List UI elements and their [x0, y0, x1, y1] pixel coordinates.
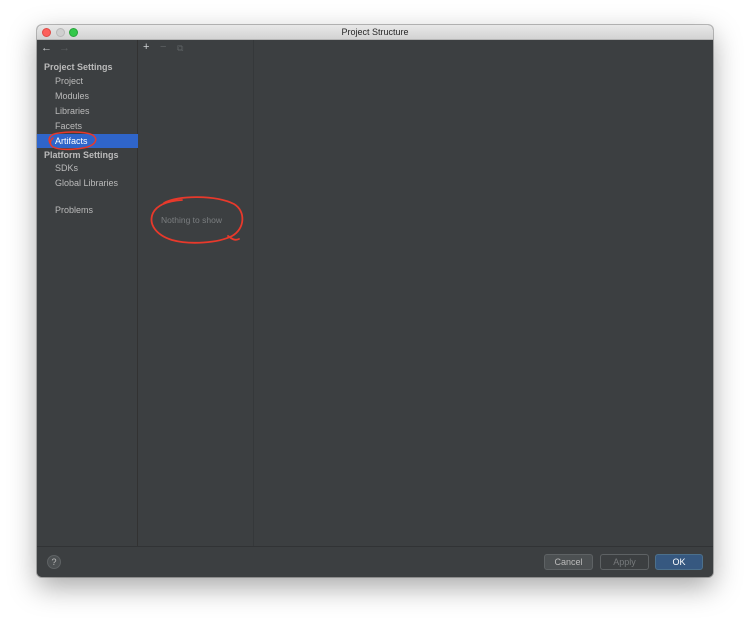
- artifacts-list-panel: + − ⧉ Nothing to show: [138, 40, 254, 546]
- add-icon[interactable]: +: [143, 41, 149, 53]
- forward-arrow-icon[interactable]: →: [59, 42, 70, 54]
- project-settings-heading: Project Settings: [44, 62, 113, 72]
- sidebar-item-global-libraries[interactable]: Global Libraries: [37, 176, 138, 190]
- window-title: Project Structure: [341, 27, 409, 37]
- empty-message-annotation-circle: [150, 196, 244, 244]
- ok-button[interactable]: OK: [655, 554, 703, 570]
- platform-settings-heading: Platform Settings: [44, 150, 119, 160]
- empty-list-message: Nothing to show: [161, 215, 222, 225]
- help-button[interactable]: ?: [47, 555, 61, 569]
- sidebar-item-modules[interactable]: Modules: [37, 89, 138, 103]
- sidebar-item-facets[interactable]: Facets: [37, 119, 138, 133]
- cancel-button[interactable]: Cancel: [544, 554, 593, 570]
- details-panel: [254, 40, 713, 546]
- sidebar-item-problems[interactable]: Problems: [37, 203, 138, 217]
- title-bar: Project Structure: [37, 25, 713, 40]
- project-structure-window: Project Structure ← → Project Settings P…: [37, 25, 713, 577]
- sidebar-item-artifacts[interactable]: Artifacts: [37, 134, 138, 148]
- sidebar-item-libraries[interactable]: Libraries: [37, 104, 138, 118]
- sidebar: ← → Project Settings Project Modules Lib…: [37, 40, 138, 546]
- back-arrow-icon[interactable]: ←: [41, 42, 52, 54]
- apply-button[interactable]: Apply: [600, 554, 649, 570]
- remove-icon[interactable]: −: [160, 41, 166, 53]
- sidebar-item-sdks[interactable]: SDKs: [37, 161, 138, 175]
- sidebar-item-project[interactable]: Project: [37, 74, 138, 88]
- copy-icon[interactable]: ⧉: [177, 42, 183, 54]
- dialog-footer: ? Cancel Apply OK: [37, 546, 713, 577]
